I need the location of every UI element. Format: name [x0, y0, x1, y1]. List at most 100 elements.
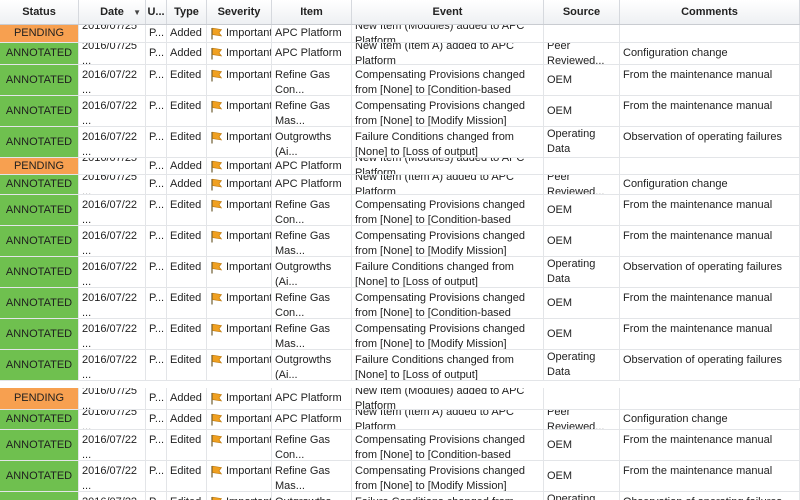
- item-cell: Refine Gas Con...: [272, 430, 352, 460]
- event-cell: Failure Conditions changed from [None] t…: [352, 127, 544, 157]
- column-header-event[interactable]: Event: [352, 0, 544, 24]
- table-row[interactable]: ANNOTATED2016/07/22 ...P...Edited Importa…: [0, 257, 800, 288]
- table-row[interactable]: ANNOTATED2016/07/22 ...P...Edited Importa…: [0, 96, 800, 127]
- comments-cell: From the maintenance manual: [620, 288, 800, 318]
- type-cell: Edited: [167, 96, 207, 126]
- item-cell: Refine Gas Con...: [272, 288, 352, 318]
- date-cell: 2016/07/22 ...: [79, 430, 146, 460]
- type-cell: Edited: [167, 430, 207, 460]
- source-cell: Operating Data: [544, 492, 620, 500]
- severity-cell: Important: [207, 388, 272, 409]
- event-cell: New Item (Modules) added to APC Platform: [352, 25, 544, 42]
- table-row[interactable]: ANNOTATED2016/07/22 ...P...Edited Importa…: [0, 350, 800, 381]
- source-cell: OEM: [544, 226, 620, 256]
- user-cell: P...: [146, 461, 167, 491]
- column-header-item[interactable]: Item: [272, 0, 352, 24]
- type-cell: Edited: [167, 226, 207, 256]
- events-table: Status Date ▼ U... Type Severity Item Ev…: [0, 0, 800, 500]
- severity-label: Important: [226, 495, 271, 500]
- table-row[interactable]: ANNOTATED2016/07/22 ...P...Edited Importa…: [0, 492, 800, 500]
- column-header-status[interactable]: Status: [0, 0, 79, 24]
- table-row[interactable]: ANNOTATED 2016/07/25 ... P... Added Importan…: [0, 175, 800, 195]
- source-cell: OEM: [544, 96, 620, 126]
- event-cell: Failure Conditions changed from [None] t…: [352, 350, 544, 380]
- flag-icon: [211, 199, 223, 212]
- severity-value: Important: [210, 464, 271, 479]
- column-header-date-label: Date: [100, 6, 124, 18]
- type-cell: Edited: [167, 350, 207, 380]
- table-row[interactable]: ANNOTATED2016/07/22 ...P...Edited Importa…: [0, 288, 800, 319]
- flag-icon: [211, 323, 223, 336]
- severity-cell: Important: [207, 492, 272, 500]
- status-badge: PENDING: [0, 388, 79, 409]
- severity-cell: Important: [207, 257, 272, 287]
- type-cell: Added: [167, 43, 207, 64]
- flag-icon: [211, 100, 223, 113]
- date-cell: 2016/07/22 ...: [79, 288, 146, 318]
- column-header-comments[interactable]: Comments: [620, 0, 800, 24]
- severity-cell: Important: [207, 158, 272, 174]
- table-row[interactable]: ANNOTATED 2016/07/25 ... P... Added Importan…: [0, 410, 800, 430]
- table-row[interactable]: ANNOTATED2016/07/22 ...P...Edited Importa…: [0, 127, 800, 158]
- type-cell: Edited: [167, 65, 207, 95]
- severity-value: Important: [210, 229, 271, 244]
- table-row[interactable]: PENDING 2016/07/25 ... P... Added Important A…: [0, 388, 800, 410]
- severity-cell: Important: [207, 430, 272, 460]
- comments-cell: From the maintenance manual: [620, 319, 800, 349]
- event-cell: Compensating Provisions changed from [No…: [352, 195, 544, 225]
- flag-icon: [211, 292, 223, 305]
- status-badge: ANNOTATED: [0, 257, 79, 287]
- source-cell: OEM: [544, 430, 620, 460]
- table-row[interactable]: ANNOTATED2016/07/22 ...P...Edited Importa…: [0, 319, 800, 350]
- table-row[interactable]: PENDING 2016/07/25 ... P... Added Important A…: [0, 25, 800, 43]
- table-row[interactable]: ANNOTATED2016/07/22 ...P...Edited Importa…: [0, 195, 800, 226]
- user-cell: P...: [146, 257, 167, 287]
- severity-value: Important: [210, 495, 271, 500]
- column-header-date[interactable]: Date ▼: [79, 0, 146, 24]
- type-cell: Edited: [167, 195, 207, 225]
- column-header-source[interactable]: Source: [544, 0, 620, 24]
- type-cell: Edited: [167, 288, 207, 318]
- comments-cell: Observation of operating failures: [620, 350, 800, 380]
- user-cell: P...: [146, 492, 167, 500]
- status-badge: ANNOTATED: [0, 65, 79, 95]
- table-header: Status Date ▼ U... Type Severity Item Ev…: [0, 0, 800, 25]
- type-cell: Edited: [167, 257, 207, 287]
- table-row[interactable]: PENDING 2016/07/25 ... P... Added Important A…: [0, 158, 800, 175]
- table-row[interactable]: ANNOTATED2016/07/22 ...P...Edited Importa…: [0, 461, 800, 492]
- column-header-user[interactable]: U...: [146, 0, 167, 24]
- column-header-type[interactable]: Type: [167, 0, 207, 24]
- table-row[interactable]: ANNOTATED 2016/07/25 ... P... Added Importan…: [0, 43, 800, 65]
- table-row[interactable]: ANNOTATED2016/07/22 ...P...Edited Importa…: [0, 430, 800, 461]
- severity-value: Important: [210, 433, 271, 448]
- table-row[interactable]: ANNOTATED2016/07/22 ...P...Edited Importa…: [0, 65, 800, 96]
- type-cell: Added: [167, 388, 207, 409]
- user-cell: P...: [146, 388, 167, 409]
- severity-value: Important: [210, 291, 272, 306]
- severity-label: Important: [226, 292, 272, 304]
- table-row[interactable]: ANNOTATED2016/07/22 ...P...Edited Importa…: [0, 226, 800, 257]
- user-cell: P...: [146, 158, 167, 174]
- event-cell: New Item (Item A) added to APC Platform: [352, 175, 544, 194]
- column-header-severity[interactable]: Severity: [207, 0, 272, 24]
- status-badge: ANNOTATED: [0, 96, 79, 126]
- date-cell: 2016/07/22 ...: [79, 257, 146, 287]
- severity-label: Important: [226, 261, 272, 273]
- severity-label: Important: [226, 413, 272, 425]
- comments-cell: [620, 158, 800, 174]
- severity-label: Important: [226, 69, 272, 81]
- type-cell: Edited: [167, 461, 207, 491]
- type-cell: Added: [167, 25, 207, 42]
- type-cell: Added: [167, 175, 207, 194]
- comments-cell: From the maintenance manual: [620, 430, 800, 460]
- event-cell: Compensating Provisions changed from [No…: [352, 430, 544, 460]
- comments-cell: From the maintenance manual: [620, 195, 800, 225]
- type-cell: Edited: [167, 492, 207, 500]
- date-cell: 2016/07/22 ...: [79, 319, 146, 349]
- event-cell: Compensating Provisions changed from [No…: [352, 226, 544, 256]
- severity-cell: Important: [207, 410, 272, 429]
- item-cell: Outgrowths (Ai...: [272, 127, 352, 157]
- user-cell: P...: [146, 195, 167, 225]
- status-badge: ANNOTATED: [0, 430, 79, 460]
- severity-value: Important: [210, 322, 271, 337]
